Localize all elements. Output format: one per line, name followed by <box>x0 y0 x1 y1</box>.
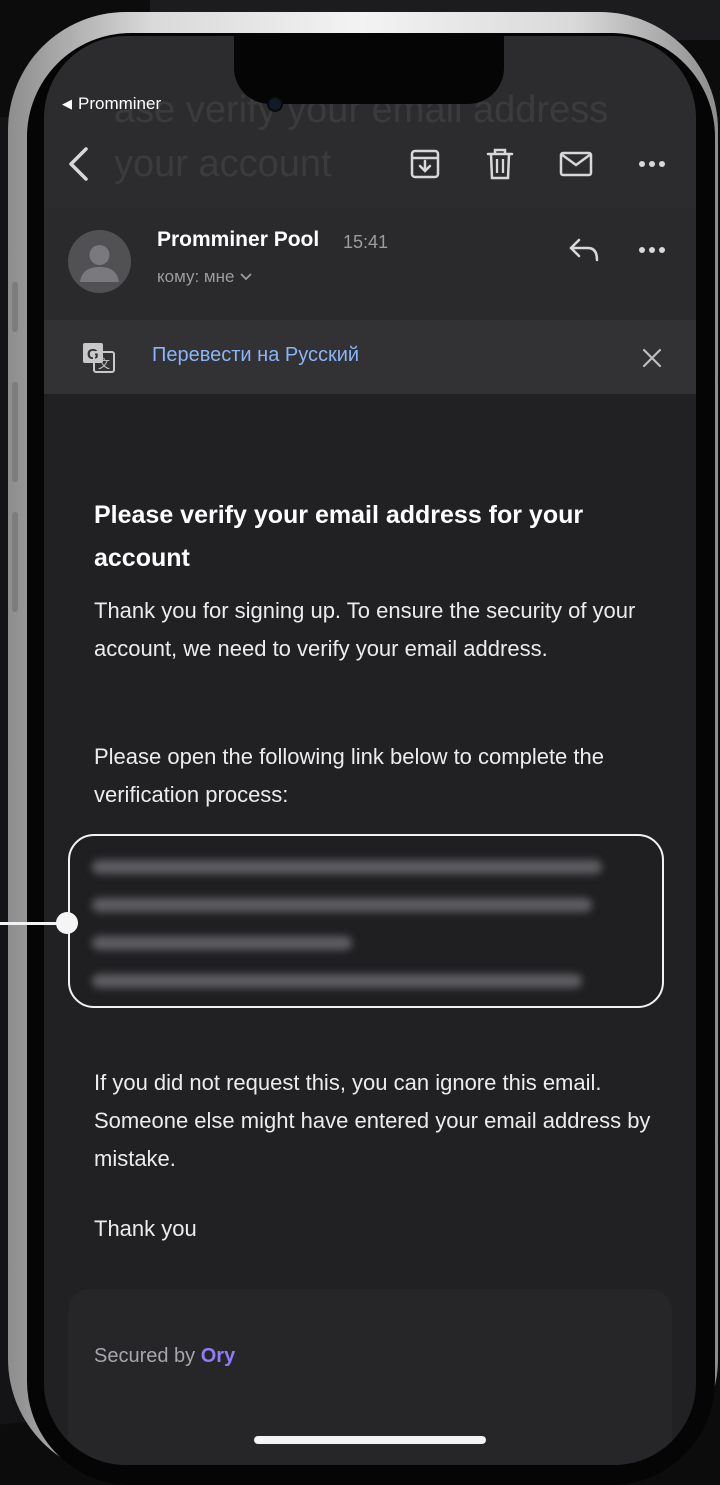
more-icon <box>639 161 665 167</box>
archive-button[interactable] <box>405 144 445 184</box>
secured-prefix: Secured by <box>94 1345 196 1367</box>
email-paragraph-intro: Thank you for signing up. To ensure the … <box>94 598 636 661</box>
blurred-link-line <box>92 974 582 988</box>
delete-button[interactable] <box>480 144 520 184</box>
more-button[interactable] <box>632 144 672 184</box>
volume-up-button <box>12 382 18 482</box>
notch <box>234 36 504 104</box>
blurred-link-line <box>92 860 602 874</box>
chevron-left-icon <box>69 147 88 181</box>
sender-more-button[interactable] <box>632 230 672 270</box>
svg-text:文: 文 <box>98 356 110 371</box>
sender-header: Promminer Pool 15:41 кому: мне <box>44 208 696 320</box>
recipient-dropdown[interactable]: кому: мне <box>157 267 253 287</box>
sent-time: 15:41 <box>343 232 389 252</box>
status-back-link[interactable]: ◀ Promminer <box>62 94 161 114</box>
secured-by-text: Secured by Ory <box>94 1345 235 1368</box>
more-icon <box>639 247 665 253</box>
sender-name: Promminer Pool <box>157 228 320 251</box>
mail-icon <box>559 151 593 177</box>
email-paragraph-disclaimer: If you did not request this, you can ign… <box>94 1070 651 1171</box>
home-indicator[interactable] <box>254 1436 486 1444</box>
translate-icon: G 文 <box>83 343 115 373</box>
close-icon <box>642 348 662 368</box>
svg-text:G: G <box>87 346 99 363</box>
chevron-down-icon <box>240 273 253 281</box>
email-signoff: Thank you <box>94 1216 197 1241</box>
close-translate-button[interactable] <box>632 338 672 378</box>
phone-screen: ase verify your email address your accou… <box>44 36 696 1465</box>
translate-link[interactable]: Перевести на Русский <box>152 344 359 367</box>
archive-icon <box>410 149 440 179</box>
reply-icon <box>569 238 599 262</box>
blurred-link-line <box>92 936 352 950</box>
annotation-connector-dot <box>56 912 78 934</box>
annotation-connector-line <box>0 922 60 925</box>
email-body: Please verify your email address for you… <box>44 394 696 1465</box>
avatar[interactable] <box>68 230 131 293</box>
back-button[interactable] <box>58 144 98 184</box>
brand-name: Ory <box>200 1345 236 1367</box>
reply-button[interactable] <box>564 230 604 270</box>
trash-icon <box>486 148 514 180</box>
translate-bar: G 文 Перевести на Русский <box>44 320 696 394</box>
back-triangle-icon: ◀ <box>62 96 72 111</box>
recipient-label: кому: мне <box>157 267 235 286</box>
camera-icon <box>269 98 281 110</box>
person-icon <box>80 245 119 282</box>
status-back-label: Promminer <box>78 94 162 113</box>
email-paragraph-instructions: Please open the following link below to … <box>94 744 604 807</box>
email-heading: Please verify your email address for you… <box>94 501 584 572</box>
blurred-link-line <box>92 898 592 912</box>
verification-link-box[interactable] <box>68 834 664 1008</box>
volume-down-button <box>12 512 18 612</box>
mark-unread-button[interactable] <box>556 144 596 184</box>
mute-switch <box>12 282 18 332</box>
